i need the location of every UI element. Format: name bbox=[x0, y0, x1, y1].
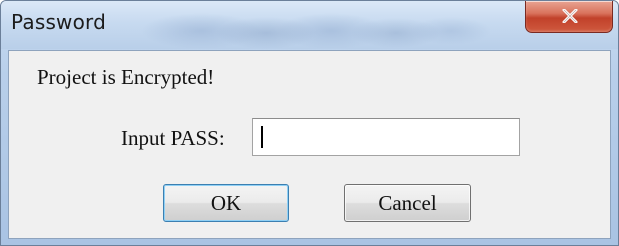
password-dialog-window: Password Project is Encrypted! Input PAS… bbox=[0, 0, 619, 246]
dialog-body: Project is Encrypted! Input PASS: OK Can… bbox=[8, 50, 611, 239]
password-label: Input PASS: bbox=[121, 126, 225, 150]
close-button[interactable] bbox=[525, 1, 613, 33]
title-bar[interactable]: Password bbox=[1, 1, 618, 49]
close-x-icon bbox=[562, 9, 578, 23]
text-caret bbox=[261, 126, 263, 148]
window-title: Password bbox=[11, 10, 107, 34]
ok-button[interactable]: OK bbox=[163, 184, 289, 222]
cancel-button[interactable]: Cancel bbox=[344, 184, 471, 222]
encryption-message: Project is Encrypted! bbox=[37, 65, 215, 89]
password-input[interactable] bbox=[252, 118, 520, 156]
